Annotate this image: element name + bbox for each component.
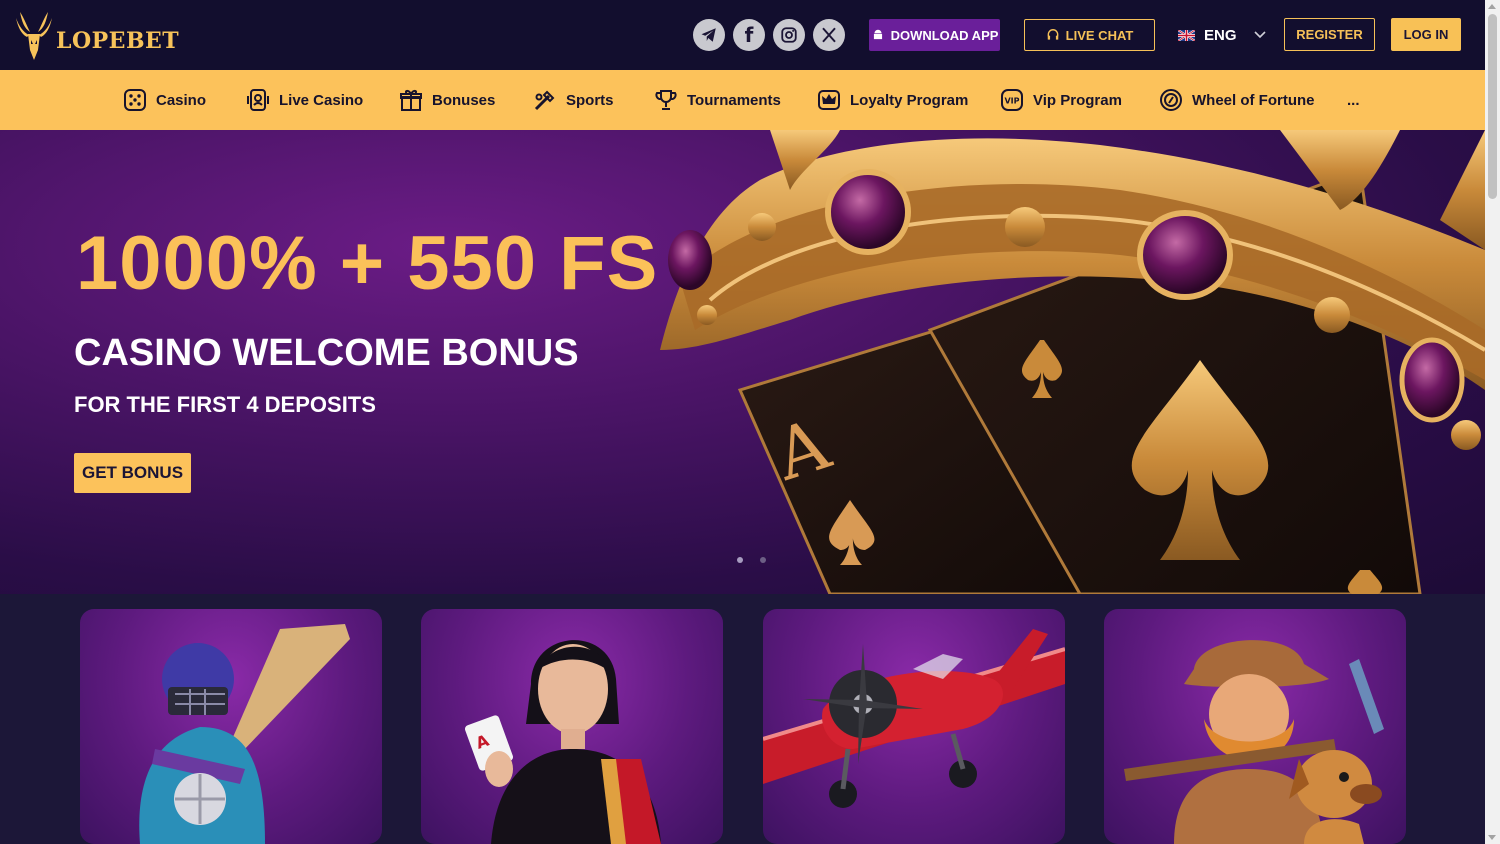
crown-and-cards-illustration: A: [660, 130, 1485, 594]
gold-miner-illustration: [1124, 640, 1384, 844]
scroll-down-arrow[interactable]: [1488, 835, 1496, 840]
antelope-logo-icon: [16, 12, 52, 60]
sports-icon: [534, 90, 555, 111]
social-links: f: [693, 19, 845, 51]
live-dealer-illustration: A: [465, 640, 661, 844]
facebook-icon[interactable]: f: [733, 19, 765, 51]
bonus-title: CASINO WELCOME BONUS: [74, 332, 579, 374]
headset-icon: [1047, 29, 1059, 40]
nav-item-vip-program[interactable]: VIP Vip Program: [1000, 70, 1122, 130]
x-twitter-icon[interactable]: [813, 19, 845, 51]
instagram-icon[interactable]: [773, 19, 805, 51]
crown-icon: [818, 90, 840, 110]
top-header: LOPEBET f DOWNLOAD APP LIVE CHAT ENG REG…: [0, 0, 1485, 70]
login-button[interactable]: LOG IN: [1391, 18, 1461, 51]
download-app-button[interactable]: DOWNLOAD APP: [869, 19, 1000, 51]
page-scrollbar[interactable]: [1485, 0, 1500, 844]
nav-item-tournaments[interactable]: Tournaments: [654, 70, 781, 130]
vip-icon: VIP: [1001, 89, 1023, 111]
card-aviator[interactable]: [763, 609, 1065, 844]
category-cards: A: [0, 594, 1485, 844]
chevron-down-icon: [1253, 31, 1266, 39]
bonus-subtitle: FOR THE FIRST 4 DEPOSITS: [74, 392, 376, 417]
nav-item-live-casino[interactable]: Live Casino: [246, 70, 363, 130]
bonus-headline: 1000% + 550 FS: [76, 221, 659, 306]
live-chat-button[interactable]: LIVE CHAT: [1024, 19, 1155, 51]
language-label: ENG: [1204, 26, 1237, 44]
svg-text:VIP: VIP: [1004, 97, 1019, 106]
telegram-icon[interactable]: [693, 19, 725, 51]
gift-icon: [400, 90, 422, 111]
page: LOPEBET f DOWNLOAD APP LIVE CHAT ENG REG…: [0, 0, 1485, 844]
wheel-icon: [1160, 89, 1182, 111]
nav-label: Bonuses: [432, 91, 496, 109]
scroll-thumb[interactable]: [1488, 14, 1497, 199]
get-bonus-button[interactable]: GET BONUS: [74, 453, 191, 493]
carousel-dot-1[interactable]: [737, 557, 743, 563]
logo[interactable]: LOPEBET: [14, 10, 179, 62]
dice-icon: [124, 89, 146, 111]
nav-more-button[interactable]: ...: [1347, 70, 1360, 130]
nav-item-bonuses[interactable]: Bonuses: [399, 70, 495, 130]
carousel-dots: [737, 557, 766, 563]
carousel-dot-2[interactable]: [760, 557, 766, 563]
nav-label: Sports: [566, 91, 614, 109]
hero-banner: A 1000% + 550 FS CASINO WELCOME BONUS FO…: [0, 130, 1485, 594]
brand-name: LOPEBET: [56, 28, 180, 54]
card-gold-miner[interactable]: [1104, 609, 1406, 844]
main-nav: Casino Live Casino Bonuses Sports Tourna…: [0, 70, 1485, 130]
card-cricket[interactable]: [80, 609, 382, 844]
register-button[interactable]: REGISTER: [1284, 18, 1375, 51]
nav-label: Loyalty Program: [850, 91, 969, 109]
language-selector[interactable]: ENG: [1178, 19, 1266, 51]
nav-label: Vip Program: [1033, 91, 1122, 109]
card-live-dealer[interactable]: A: [421, 609, 723, 844]
aviator-plane-illustration: [763, 629, 1065, 808]
nav-item-sports[interactable]: Sports: [533, 70, 614, 130]
cricket-player-illustration: [139, 624, 350, 844]
nav-label: Wheel of Fortune: [1192, 91, 1315, 109]
nav-item-wheel-of-fortune[interactable]: Wheel of Fortune: [1159, 70, 1315, 130]
uk-flag-icon: [1178, 29, 1195, 41]
live-chat-label: LIVE CHAT: [1065, 27, 1134, 43]
live-casino-icon: [247, 89, 269, 111]
scroll-up-arrow[interactable]: [1488, 4, 1496, 9]
nav-label: Live Casino: [279, 91, 364, 109]
nav-label: Casino: [156, 91, 207, 109]
download-app-label: DOWNLOAD APP: [890, 27, 999, 43]
nav-item-casino[interactable]: Casino: [123, 70, 206, 130]
trophy-icon: [655, 90, 677, 110]
nav-item-loyalty-program[interactable]: Loyalty Program: [817, 70, 968, 130]
nav-label: Tournaments: [687, 91, 781, 109]
facebook-glyph: f: [744, 23, 754, 47]
android-icon: [873, 29, 882, 40]
